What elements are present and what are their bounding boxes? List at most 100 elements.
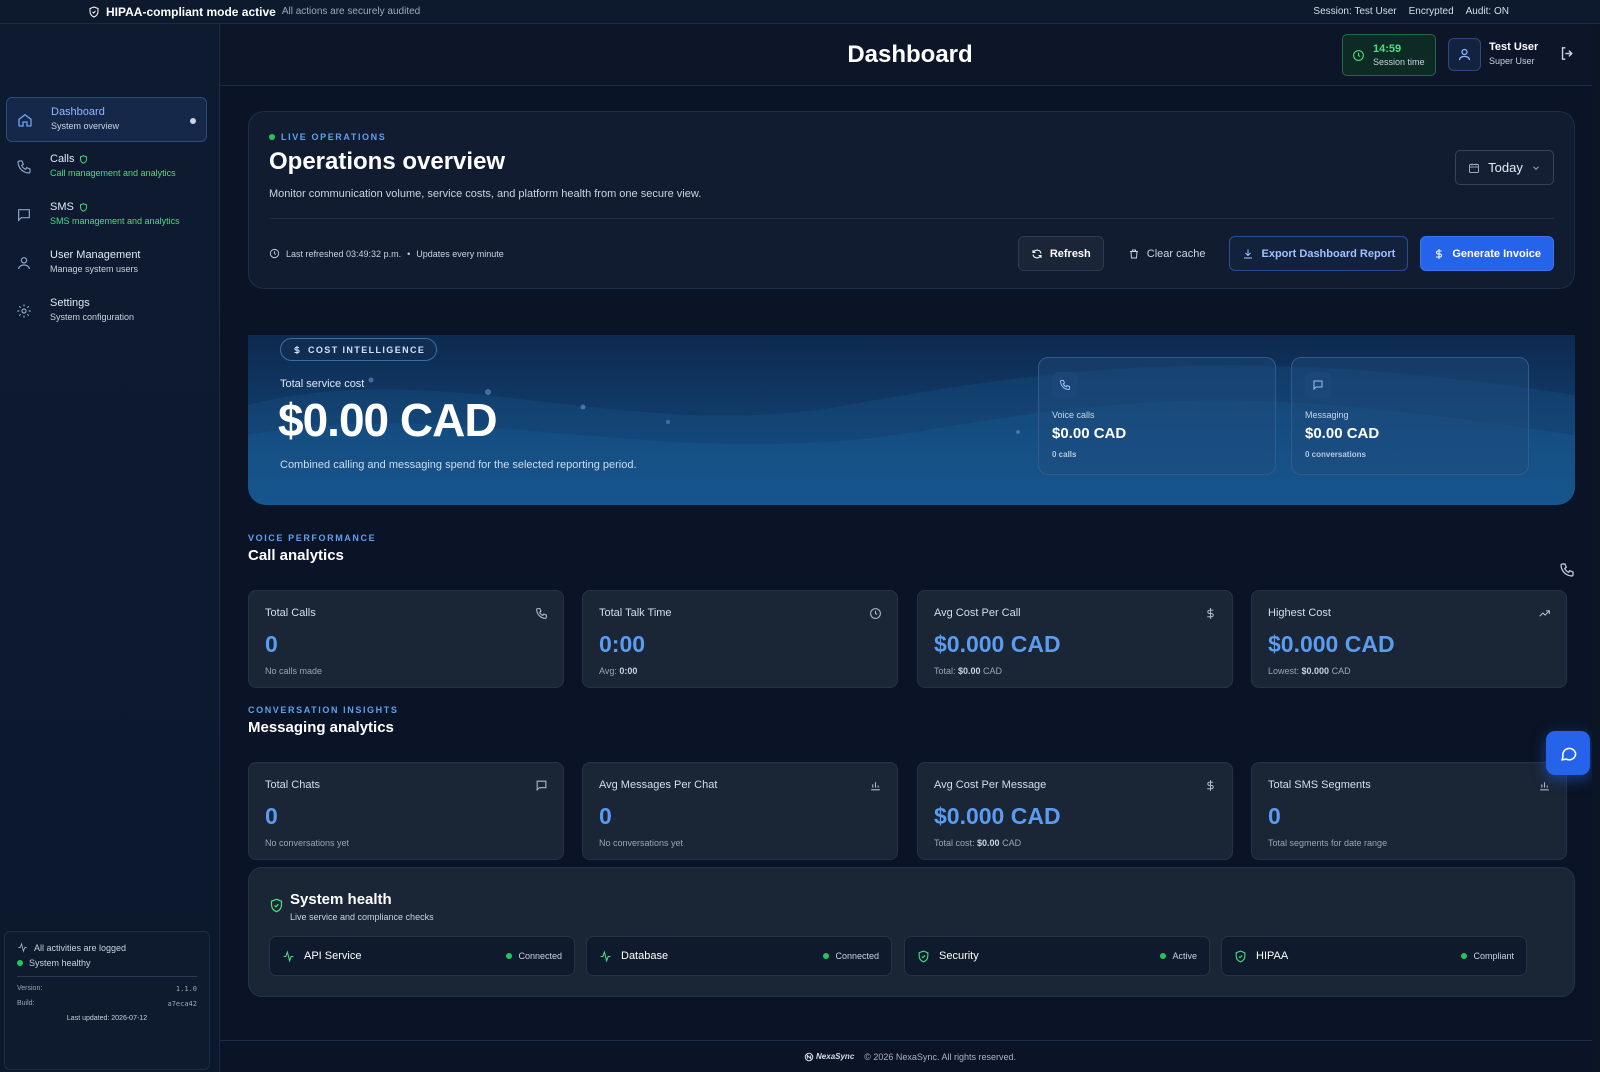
footer: NexaSync © 2026 NexaSync. All rights res… — [220, 1040, 1600, 1072]
voice-calls-count: 0 calls — [1052, 450, 1077, 459]
generate-invoice-label: Generate Invoice — [1452, 247, 1541, 260]
last-updated: Last updated: 2026-07-12 — [66, 1015, 148, 1022]
banner-session: Session: Test User — [1313, 6, 1397, 17]
stat-value: $0.000 CAD — [934, 803, 1061, 829]
stat-label: Avg Cost Per Call — [934, 607, 1021, 619]
message-icon — [1305, 372, 1331, 398]
shield-check-icon — [88, 5, 100, 18]
shield-icon — [1235, 950, 1246, 963]
cost-intelligence-pill: COST INTELLIGENCE — [280, 338, 438, 361]
health-item-status: Connected — [518, 951, 562, 961]
refresh-button[interactable]: Refresh — [1017, 236, 1104, 271]
messaging-label: Messaging — [1305, 410, 1349, 420]
live-operations-label: LIVE OPERATIONS — [281, 132, 387, 142]
trending-up-icon — [1538, 607, 1551, 620]
copyright: © 2026 NexaSync. All rights reserved. — [864, 1051, 1016, 1062]
total-cost-label: Total service cost — [280, 378, 365, 390]
shield-check-icon — [269, 898, 284, 913]
logout-icon — [1561, 47, 1573, 60]
shield-icon — [918, 950, 929, 963]
cost-intelligence-card: COST INTELLIGENCE Total service cost $0.… — [248, 335, 1575, 505]
sidebar: Dashboard System overview Calls Call man… — [0, 24, 220, 1072]
stat-label: Total Chats — [265, 779, 321, 791]
sidebar-item-label: SMS — [50, 201, 74, 213]
date-range-select[interactable]: Today — [1455, 150, 1554, 185]
status-dot — [823, 953, 830, 959]
scrollbar[interactable] — [1592, 24, 1600, 1072]
stat-value: 0 — [265, 631, 278, 657]
total-cost-value: $0.00 CAD — [278, 394, 498, 446]
stat-label: Total Calls — [265, 607, 316, 619]
sidebar-item-desc: SMS management and analytics — [50, 216, 180, 226]
logout-button[interactable] — [1559, 45, 1576, 62]
status-dot — [1461, 953, 1468, 959]
refresh-button-label: Refresh — [1049, 247, 1091, 260]
sidebar-item-desc: Manage system users — [50, 264, 139, 274]
stat-sub: Total: $0.00 CAD — [934, 666, 1003, 676]
total-cost-desc: Combined calling and messaging spend for… — [280, 459, 637, 471]
home-icon — [17, 112, 35, 130]
system-health-title: System health — [290, 891, 392, 908]
trash-icon — [1129, 249, 1138, 258]
avatar[interactable] — [1448, 38, 1481, 71]
stat-card-avg-cost-per-call: Avg Cost Per Call $0.000 CAD Total: $0.0… — [917, 590, 1233, 688]
logged-text: All activities are logged — [34, 942, 127, 953]
main-content: LIVE OPERATIONS Operations overview Moni… — [220, 87, 1600, 1072]
voice-calls-value: $0.00 CAD — [1052, 425, 1127, 442]
phone-icon — [535, 607, 548, 620]
sidebar-item-sms[interactable]: SMS SMS management and analytics — [6, 193, 207, 238]
health-item-security: Security Active — [904, 936, 1210, 976]
build-value: a7eca42 — [167, 1000, 197, 1008]
calendar-icon — [1469, 163, 1480, 173]
banner-encrypted: Encrypted — [1408, 6, 1454, 17]
chevron-down-icon — [1532, 165, 1539, 170]
update-frequency: Updates every minute — [416, 248, 504, 259]
operations-subtitle: Monitor communication volume, service co… — [269, 188, 702, 200]
active-indicator — [190, 118, 196, 124]
voice-calls-label: Voice calls — [1052, 410, 1095, 420]
dollar-icon — [1436, 248, 1443, 259]
generate-invoice-button[interactable]: Generate Invoice — [1420, 236, 1554, 271]
conversation-insights-label: CONVERSATION INSIGHTS — [248, 705, 399, 715]
stat-card-total-calls: Total Calls 0 No calls made — [248, 590, 564, 688]
status-dot — [1160, 953, 1167, 959]
cost-intelligence-label: COST INTELLIGENCE — [308, 344, 426, 355]
health-item-name: HIPAA — [1256, 950, 1289, 962]
export-report-button[interactable]: Export Dashboard Report — [1229, 236, 1409, 271]
session-timer: 14:59 Session time — [1342, 34, 1436, 76]
date-range-value: Today — [1488, 160, 1523, 175]
stat-card-avg-cost-per-message: Avg Cost Per Message $0.000 CAD Total co… — [917, 762, 1233, 860]
operations-overview-card: LIVE OPERATIONS Operations overview Moni… — [248, 111, 1575, 289]
bar-chart-icon — [869, 779, 882, 792]
health-item-status: Connected — [835, 951, 879, 961]
dollar-icon — [1204, 607, 1217, 620]
messaging-analytics-title: Messaging analytics — [248, 719, 394, 736]
clock-icon — [1353, 49, 1364, 61]
sidebar-item-user-management[interactable]: User Management Manage system users — [6, 241, 207, 286]
user-icon — [1458, 48, 1471, 61]
page-header: Dashboard 14:59 Session time Test User S… — [220, 24, 1600, 86]
voice-calls-card: Voice calls $0.00 CAD 0 calls — [1038, 357, 1276, 475]
stat-label: Avg Messages Per Chat — [599, 779, 718, 791]
last-refreshed: Last refreshed 03:49:32 p.m. — [286, 248, 402, 259]
sidebar-item-dashboard[interactable]: Dashboard System overview — [6, 97, 207, 142]
health-item-name: Database — [621, 950, 669, 962]
sidebar-item-desc: Call management and analytics — [50, 168, 176, 178]
user-info: Test User Super User — [1489, 41, 1538, 66]
stat-label: Highest Cost — [1268, 607, 1331, 619]
stat-card-total-sms-segments: Total SMS Segments 0 Total segments for … — [1251, 762, 1567, 860]
user-icon — [16, 255, 34, 273]
system-health-subtitle: Live service and compliance checks — [290, 912, 434, 922]
stat-label: Total SMS Segments — [1268, 779, 1371, 791]
operations-title: Operations overview — [269, 148, 506, 175]
stat-value: 0:00 — [599, 631, 646, 657]
version-value: 1.1.0 — [175, 985, 197, 993]
phone-icon — [1559, 562, 1575, 578]
sidebar-item-settings[interactable]: Settings System configuration — [6, 289, 207, 334]
sidebar-item-calls[interactable]: Calls Call management and analytics — [6, 145, 207, 190]
chat-bubble-icon — [1560, 747, 1576, 761]
chat-button[interactable] — [1546, 731, 1590, 775]
clear-cache-button[interactable]: Clear cache — [1116, 236, 1218, 271]
build-label: Build: — [17, 1000, 35, 1007]
stat-sub: No conversations yet — [599, 838, 684, 848]
